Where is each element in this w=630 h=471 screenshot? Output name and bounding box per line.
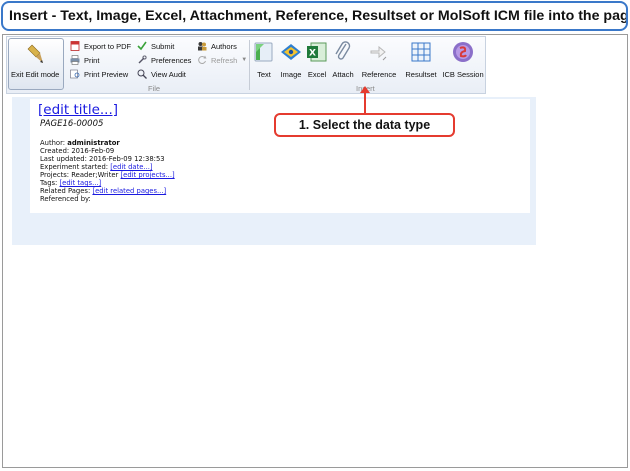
print-preview-label: Print Preview (84, 69, 129, 79)
text-icon (254, 42, 273, 62)
projects-line: Projects: Reader;Writer [edit projects..… (40, 171, 175, 179)
submit-button[interactable]: Submit (137, 40, 174, 52)
page-id: PAGE16-00005 (40, 119, 104, 129)
created-line: Created: 2016-Feb-09 (40, 147, 115, 155)
edit-projects-link[interactable]: [edit projects...] (121, 171, 175, 179)
refresh-button[interactable]: Refresh ▼ (197, 54, 247, 66)
edit-date-link[interactable]: [edit date...] (110, 163, 152, 171)
exit-edit-mode-label: Exit Edit mode (11, 70, 60, 79)
insert-text-button[interactable]: Text (252, 40, 276, 88)
related-pages-line: Related Pages: [edit related pages...] (40, 187, 166, 195)
preferences-button[interactable]: Preferences (137, 54, 191, 66)
authors-label: Authors (211, 41, 237, 51)
pencil-icon (27, 44, 43, 63)
authors-button[interactable]: Authors (197, 40, 237, 52)
callout-arrow-head (360, 86, 370, 93)
insert-attach-button[interactable]: Attach (330, 40, 356, 88)
export-pdf-label: Export to PDF (84, 41, 132, 51)
view-audit-button[interactable]: View Audit (137, 68, 186, 80)
insert-attach-label: Attach (332, 70, 354, 79)
print-preview-button[interactable]: Print Preview (70, 68, 128, 80)
last-updated-line: Last updated: 2016-Feb-09 12:38:53 (40, 155, 165, 163)
magnifier-icon (137, 69, 147, 79)
edit-related-pages-link[interactable]: [edit related pages...] (92, 187, 166, 195)
file-group-label: File (148, 84, 161, 93)
image-icon (281, 44, 301, 60)
submit-label: Submit (151, 41, 175, 51)
pdf-icon (70, 41, 80, 51)
insert-image-button[interactable]: Image (278, 40, 304, 88)
insert-excel-label: Excel (307, 70, 327, 79)
insert-excel-button[interactable]: X Excel (306, 40, 328, 88)
callout-select-data-type: 1. Select the data type (274, 113, 455, 137)
author-line: Author: administrator (40, 139, 120, 147)
export-pdf-button[interactable]: Export to PDF (70, 40, 131, 52)
resultset-icon (411, 42, 431, 62)
author-value: administrator (67, 139, 120, 147)
print-button[interactable]: Print (70, 54, 99, 66)
chevron-down-icon: ▼ (241, 57, 248, 63)
icb-session-icon (453, 42, 473, 62)
insert-icb-session-button[interactable]: ICB Session (441, 40, 485, 88)
view-audit-label: View Audit (151, 69, 186, 79)
insert-icb-session-label: ICB Session (442, 70, 484, 79)
preferences-label: Preferences (151, 55, 192, 65)
exit-edit-mode-button[interactable]: Exit Edit mode (8, 38, 64, 90)
checkmark-icon (137, 41, 147, 51)
referenced-by-line: Referenced by: (40, 195, 91, 203)
tags-line: Tags: [edit tags...] (40, 179, 101, 187)
insert-image-label: Image (280, 70, 302, 79)
authors-icon (198, 42, 207, 51)
svg-text:X: X (309, 49, 316, 59)
printer-icon (70, 55, 80, 65)
experiment-label: Experiment started: (40, 163, 109, 171)
reference-icon (370, 45, 387, 61)
insert-text-label: Text (257, 70, 271, 79)
paperclip-icon (335, 41, 351, 60)
projects-label: Projects: Reader;Writer (40, 171, 119, 179)
refresh-icon (198, 55, 207, 65)
excel-icon: X (307, 42, 327, 62)
tags-label: Tags: (40, 179, 58, 187)
group-separator (249, 40, 250, 90)
edit-tags-link[interactable]: [edit tags...] (60, 179, 102, 187)
print-label: Print (84, 55, 100, 65)
print-preview-icon (70, 69, 80, 79)
experiment-line: Experiment started: [edit date...] (40, 163, 153, 171)
edit-title-link[interactable]: [edit title...] (38, 102, 118, 118)
related-pages-label: Related Pages: (40, 187, 91, 195)
wrench-icon (138, 55, 147, 64)
insert-reference-label: Reference (361, 70, 397, 79)
insert-resultset-button[interactable]: Resultset (402, 40, 440, 88)
insert-resultset-label: Resultset (405, 70, 437, 79)
author-label: Author: (40, 139, 66, 147)
refresh-label: Refresh (211, 55, 238, 65)
instruction-banner: Insert - Text, Image, Excel, Attachment,… (1, 1, 628, 31)
insert-reference-button[interactable]: Reference (360, 40, 398, 88)
